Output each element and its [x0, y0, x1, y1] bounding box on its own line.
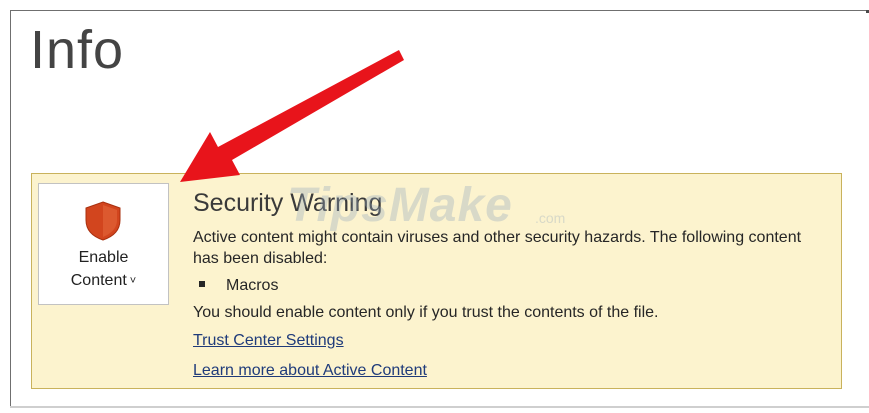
enable-label-line1: Enable — [78, 249, 129, 266]
trust-center-settings-link[interactable]: Trust Center Settings — [193, 330, 344, 351]
learn-more-active-content-link[interactable]: Learn more about Active Content — [193, 360, 427, 381]
shield-icon — [85, 201, 121, 241]
security-warning-description: Active content might contain viruses and… — [193, 229, 802, 267]
chevron-down-icon: ˅ — [129, 275, 137, 287]
bullet-icon — [199, 281, 205, 287]
enable-content-label: Enable Content ˅ — [39, 246, 168, 294]
enable-label-line2: Content — [70, 272, 127, 289]
security-warning-panel: Enable Content ˅ Security Warning Active … — [31, 173, 842, 389]
enable-content-button[interactable]: Enable Content ˅ — [38, 183, 169, 305]
security-warning-note: You should enable content only if you tr… — [193, 304, 659, 321]
page-title: Info — [30, 20, 125, 80]
window-bottom-border — [10, 406, 869, 408]
security-warning-title: Security Warning — [193, 189, 383, 217]
disabled-content-item: Macros — [199, 275, 278, 296]
disabled-item-label: Macros — [226, 277, 279, 294]
